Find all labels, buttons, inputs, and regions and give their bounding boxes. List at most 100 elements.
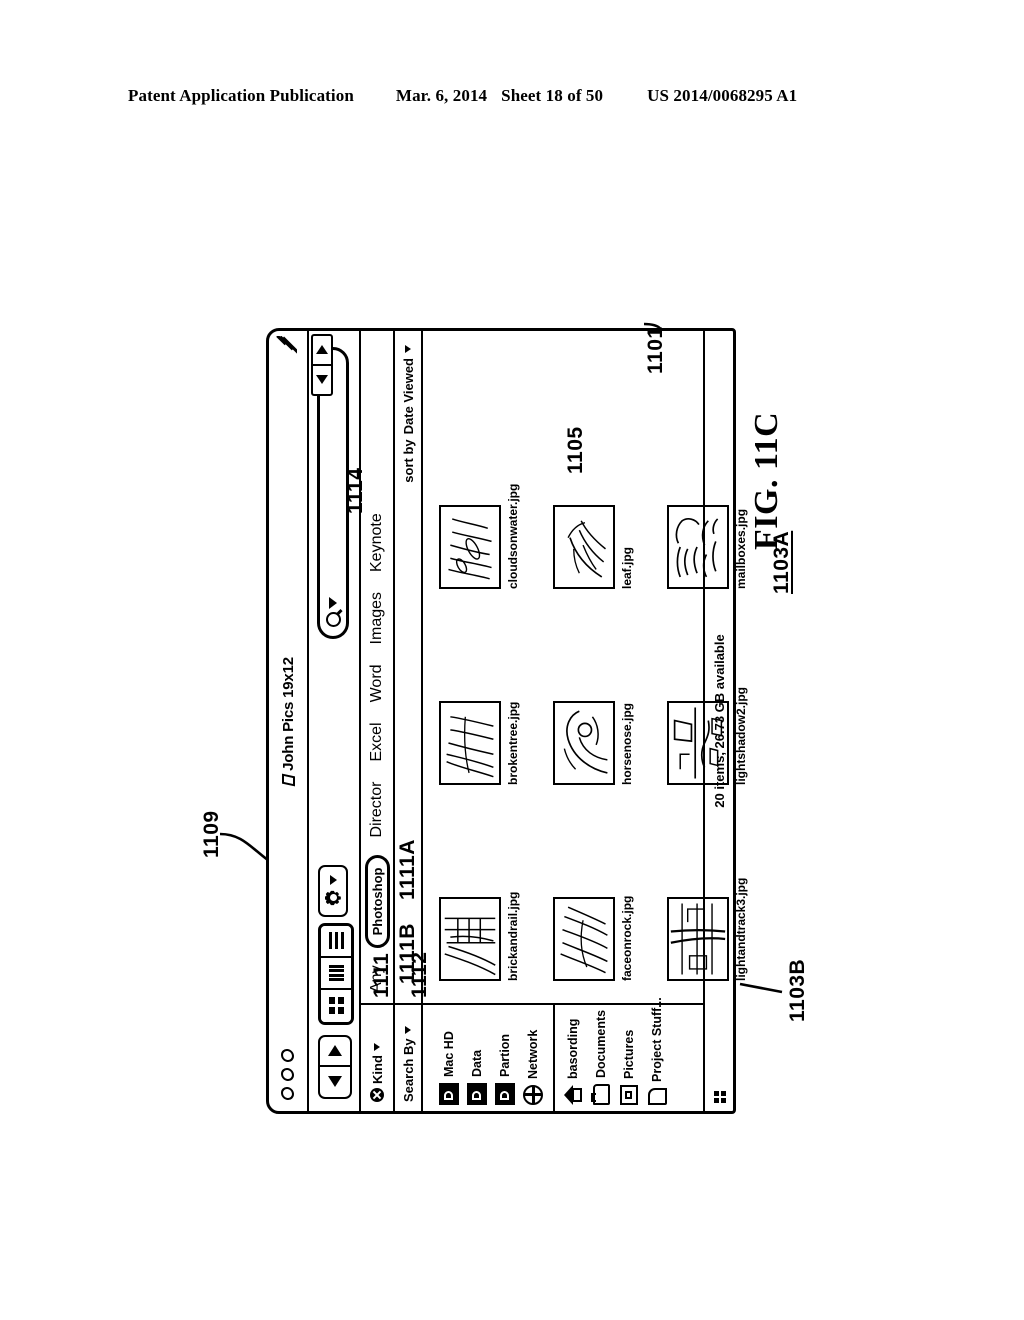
folder-icon (592, 1084, 610, 1105)
home-icon (564, 1085, 582, 1105)
sidebar-item-project-stuff[interactable]: Project Stuff... (643, 997, 671, 1105)
sidebar-item-label: Data (470, 1049, 484, 1077)
kind-criterion[interactable]: Kind (361, 1003, 393, 1111)
kind-label: Kind (369, 1055, 385, 1084)
figure-label: FIG. 11C (748, 411, 785, 550)
forward-button[interactable] (320, 1037, 350, 1067)
thumbnail-art-clouds (448, 518, 492, 580)
file-item[interactable]: cloudsonwater.jpg (439, 439, 547, 589)
scroll-right-button[interactable] (313, 336, 331, 366)
window-title-text: John Pics 19x12 (280, 657, 297, 771)
navigation-buttons[interactable] (318, 1035, 352, 1099)
action-menu-button[interactable] (318, 865, 348, 917)
magnifier-icon[interactable] (325, 612, 341, 627)
file-item[interactable]: brokentree.jpg (439, 635, 547, 785)
chevron-down-icon[interactable] (374, 1043, 380, 1052)
sidebar-item-partion[interactable]: Partion (491, 1005, 519, 1105)
sidebar-item-label: Project Stuff... (650, 997, 664, 1082)
sidebar-item-label: Network (526, 1029, 540, 1079)
scrollbar-arrows[interactable] (311, 334, 333, 396)
globe-icon (523, 1085, 543, 1105)
hard-disk-icon (467, 1083, 487, 1105)
resize-grip-icon[interactable] (714, 1091, 726, 1103)
file-item[interactable]: faceonrock.jpg (553, 831, 661, 981)
sheet-number: Sheet 18 of 50 (501, 86, 604, 105)
reference-numeral-1114: 1114 (344, 467, 367, 514)
file-thumbnail[interactable] (439, 897, 501, 981)
file-grid-area[interactable]: brickandrail.jpg brokentree.jpg cloudson… (423, 331, 748, 1003)
file-name: mailboxes.jpg (734, 508, 748, 589)
finder-window[interactable]: John Pics 19x12 Kind Any Photoshop Direc… (266, 328, 748, 1114)
publication-label: Patent Application Publication (128, 86, 354, 105)
filter-option-excel[interactable]: Excel (368, 712, 386, 771)
sort-prefix-label: sort by (400, 439, 416, 483)
triangle-left-icon (316, 375, 328, 385)
file-item[interactable]: brickandrail.jpg (439, 831, 547, 981)
filter-option-images[interactable]: Images (368, 582, 386, 654)
triangle-right-icon (316, 345, 328, 355)
thumbnail-art-horse (563, 710, 608, 774)
filter-option-label: Photoshop (369, 867, 385, 936)
sidebar-item-label: Documents (594, 1009, 608, 1078)
reference-numeral-1105: 1105 (564, 426, 587, 474)
sidebar-item-mac-hd[interactable]: Mac HD (435, 1005, 463, 1105)
file-item[interactable]: horsenose.jpg (553, 635, 661, 785)
picture-folder-icon (620, 1085, 638, 1105)
hard-disk-icon (439, 1083, 459, 1105)
resize-grip-icon[interactable] (275, 336, 297, 358)
remove-circle-icon[interactable] (370, 1088, 384, 1102)
chevron-down-icon[interactable] (329, 597, 337, 609)
back-button[interactable] (320, 1067, 350, 1097)
sidebar-group-devices: Mac HD Data Partion Network (431, 1005, 553, 1111)
sidebar-item-network[interactable]: Network (519, 1005, 547, 1105)
gear-icon (325, 890, 342, 907)
reference-numeral-1111: 1111 (370, 952, 393, 998)
filter-option-word[interactable]: Word (368, 654, 386, 712)
scroll-left-button[interactable] (313, 366, 331, 394)
sidebar-item-documents[interactable]: Documents (587, 1005, 615, 1105)
chevron-down-icon (329, 875, 337, 886)
chevron-down-icon[interactable] (405, 345, 411, 353)
filter-option-director[interactable]: Director (368, 772, 386, 848)
filter-option-label: Director (368, 781, 385, 838)
reference-numeral-1112: 1112 (408, 951, 431, 998)
column-view-button[interactable] (321, 958, 351, 990)
filter-option-photoshop[interactable]: Photoshop (364, 854, 390, 949)
thumbnail-art-tree (446, 716, 494, 778)
hard-disk-icon (495, 1083, 515, 1105)
file-thumbnail[interactable] (439, 505, 501, 589)
thumbnail-art-brick (444, 917, 496, 976)
icon-view-button[interactable] (321, 990, 351, 1022)
file-name: leaf.jpg (620, 546, 634, 589)
file-name: horsenose.jpg (620, 702, 634, 785)
file-name: brickandrail.jpg (506, 891, 520, 981)
file-thumbnail[interactable] (553, 505, 615, 589)
window-title-bar[interactable]: John Pics 19x12 (269, 331, 309, 1111)
filter-option-label: Word (368, 664, 385, 703)
filter-option-keynote[interactable]: Keynote (368, 503, 386, 582)
thumbnail-art-leaf (567, 520, 606, 578)
file-name: brokentree.jpg (506, 701, 520, 785)
reference-numeral-1111A: 1111A (396, 839, 419, 900)
triangle-right-icon (328, 1045, 342, 1057)
icon-view-icon (328, 997, 344, 1015)
status-bar: 20 items, 26.73 GB available (703, 331, 733, 1111)
window-toolbar[interactable] (309, 331, 361, 1111)
sidebar-item-data[interactable]: Data (463, 1005, 491, 1105)
file-thumbnail[interactable] (553, 701, 615, 785)
chevron-down-icon[interactable] (405, 1026, 411, 1035)
file-thumbnail[interactable] (439, 701, 501, 785)
view-mode-buttons[interactable] (318, 923, 354, 1025)
reference-numeral-1109: 1109 (200, 810, 223, 858)
patent-page-header: Patent Application Publication Mar. 6, 2… (128, 86, 896, 106)
patent-number: US 2014/0068295 A1 (647, 86, 798, 105)
search-by-control[interactable]: Search By (395, 1003, 421, 1111)
sidebar-item-pictures[interactable]: Pictures (615, 1005, 643, 1105)
list-view-button[interactable] (321, 926, 351, 958)
sidebar[interactable]: Mac HD Data Partion Network basording Do… (423, 997, 703, 1111)
sidebar-item-basording[interactable]: basording (559, 1005, 587, 1105)
sort-control[interactable]: sort by Date Viewed (401, 331, 416, 1003)
file-thumbnail[interactable] (553, 897, 615, 981)
file-name: lightandtrack3.jpg (734, 877, 748, 981)
column-view-icon (328, 964, 344, 982)
